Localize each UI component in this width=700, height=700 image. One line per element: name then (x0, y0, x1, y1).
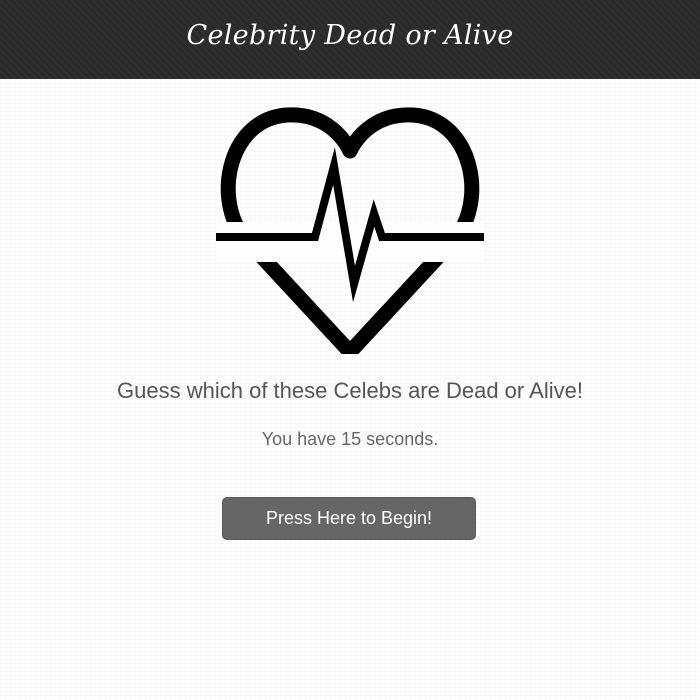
start-screen: Celebrity Dead or Alive Guess which of t… (0, 0, 700, 700)
header-bar: Celebrity Dead or Alive (0, 0, 700, 79)
game-instructions: Guess which of these Celebs are Dead or … (117, 378, 583, 403)
heartbeat-heart-icon (216, 107, 484, 354)
app-title: Celebrity Dead or Alive (186, 20, 514, 51)
begin-button[interactable]: Press Here to Begin! (222, 497, 476, 540)
timer-text: You have 15 seconds. (261, 429, 439, 449)
